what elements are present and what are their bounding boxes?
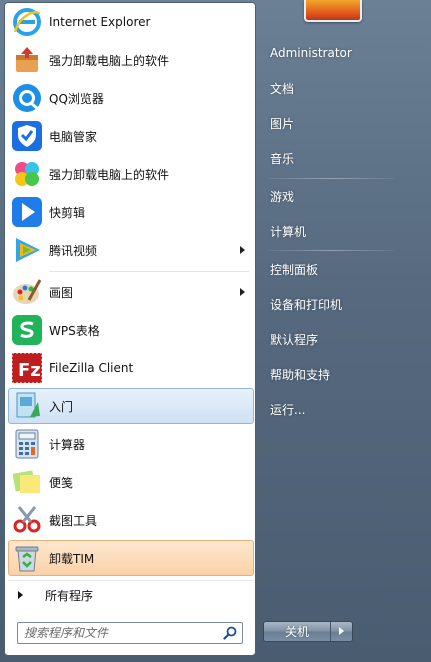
program-label: QQ浏览器 <box>49 91 104 106</box>
program-item-calculator[interactable]: 计算器 <box>8 426 254 462</box>
program-label: Internet Explorer <box>49 15 151 29</box>
right-link-pictures[interactable]: 图片 <box>264 108 414 138</box>
submenu-arrow-icon[interactable] <box>240 246 245 254</box>
separator <box>268 250 394 251</box>
program-item-qq-browser[interactable]: QQ浏览器 <box>8 80 254 116</box>
program-item-snipping-tool[interactable]: 截图工具 <box>8 502 254 538</box>
expand-arrow-icon <box>18 591 23 599</box>
programs-panel: Internet Explorer 强力卸载电脑上的软件 QQ浏览器 电脑管家 强力卸载… <box>4 2 256 656</box>
program-label: 画图 <box>49 285 74 300</box>
recycle-bin-icon <box>11 542 43 574</box>
right-link-computer[interactable]: 计算机 <box>264 216 414 246</box>
right-link-documents[interactable]: 文档 <box>264 73 414 103</box>
snipping-tool-icon <box>11 504 43 536</box>
start-menu: Internet Explorer 强力卸载电脑上的软件 QQ浏览器 电脑管家 强力卸载… <box>0 0 431 662</box>
program-item-sticky-notes[interactable]: 便笺 <box>8 464 254 500</box>
program-item-uninstaller-1[interactable]: 强力卸载电脑上的软件 <box>8 42 254 78</box>
right-link-devices-printers[interactable]: 设备和打印机 <box>264 289 414 319</box>
chevron-right-icon <box>339 627 344 635</box>
right-link-games[interactable]: 游戏 <box>264 181 414 211</box>
sticky-notes-icon <box>11 466 43 498</box>
shutdown-button[interactable]: 关机 <box>264 622 331 641</box>
program-label: WPS表格 <box>49 323 100 338</box>
program-item-filezilla[interactable]: Fz FileZilla Client <box>8 350 254 386</box>
calculator-icon <box>11 428 43 460</box>
program-label: 入门 <box>49 399 74 414</box>
search-icon[interactable] <box>223 626 237 640</box>
program-item-paint[interactable]: 画图 <box>8 274 254 310</box>
program-label: 便笺 <box>49 475 74 490</box>
shutdown-button-group: 关机 <box>263 621 353 642</box>
program-item-getting-started[interactable]: 入门 <box>8 388 254 424</box>
all-programs-label: 所有程序 <box>45 588 94 603</box>
program-item-tencent-video[interactable]: 腾讯视频 <box>8 232 254 268</box>
user-picture[interactable] <box>304 0 362 22</box>
search-input[interactable] <box>24 625 214 641</box>
qq-browser-icon <box>11 82 43 114</box>
pc-manager-shield-icon <box>11 120 43 152</box>
search-box[interactable] <box>17 622 243 644</box>
tencent-video-icon <box>11 234 43 266</box>
program-label: FileZilla Client <box>49 361 134 375</box>
uninstall-box-icon <box>11 44 43 76</box>
submenu-arrow-icon[interactable] <box>240 288 245 296</box>
program-label: 强力卸载电脑上的软件 <box>49 167 170 182</box>
right-link-default-programs[interactable]: 默认程序 <box>264 324 414 354</box>
program-label: 截图工具 <box>49 513 98 528</box>
program-label: 快剪辑 <box>49 205 86 220</box>
right-link-music[interactable]: 音乐 <box>264 143 414 173</box>
program-item-internet-explorer[interactable]: Internet Explorer <box>8 4 254 40</box>
program-label: 电脑管家 <box>49 129 98 144</box>
uninstall-flower-icon <box>11 158 43 190</box>
getting-started-icon <box>11 390 43 422</box>
program-item-kuaijianji[interactable]: 快剪辑 <box>8 194 254 230</box>
right-link-help-support[interactable]: 帮助和支持 <box>264 359 414 389</box>
program-item-pc-manager[interactable]: 电脑管家 <box>8 118 254 154</box>
all-programs-button[interactable]: 所有程序 <box>8 583 254 607</box>
right-link-control-panel[interactable]: 控制面板 <box>264 254 414 284</box>
program-item-uninstall-tim[interactable]: 卸载TIM <box>8 540 254 576</box>
program-label: 腾讯视频 <box>49 243 98 258</box>
program-item-uninstaller-2[interactable]: 强力卸载电脑上的软件 <box>8 156 254 192</box>
program-label: 强力卸载电脑上的软件 <box>49 53 170 68</box>
program-label: 卸载TIM <box>49 551 95 566</box>
separator <box>49 271 249 272</box>
kuaijianji-icon <box>11 196 43 228</box>
wps-spreadsheet-icon <box>11 314 43 346</box>
internet-explorer-icon <box>11 6 43 38</box>
right-link-user-folder[interactable]: Administrator <box>264 38 414 68</box>
separator <box>8 580 254 581</box>
program-item-wps-spreadsheet[interactable]: WPS表格 <box>8 312 254 348</box>
shutdown-options-button[interactable] <box>331 622 352 641</box>
program-label: 计算器 <box>49 437 86 452</box>
separator <box>268 178 394 179</box>
paint-palette-icon <box>11 276 43 308</box>
right-link-run[interactable]: 运行... <box>264 394 414 424</box>
filezilla-icon: Fz <box>11 352 43 384</box>
svg-text:Fz: Fz <box>18 360 41 381</box>
